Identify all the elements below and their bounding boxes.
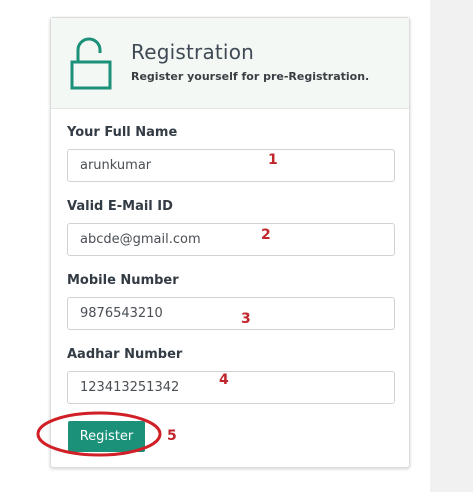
mobile-input[interactable] (67, 297, 395, 330)
aadhar-input[interactable] (67, 371, 395, 404)
card-header: Registration Register yourself for pre-R… (51, 18, 409, 109)
annotation-marker-4: 4 (219, 372, 229, 388)
aadhar-label: Aadhar Number (67, 347, 183, 362)
unlock-icon (70, 37, 112, 90)
page-title: Registration (131, 40, 255, 64)
email-label: Valid E-Mail ID (67, 199, 173, 214)
annotation-marker-3: 3 (241, 311, 251, 327)
mobile-label: Mobile Number (67, 273, 179, 288)
register-button[interactable]: Register (68, 421, 145, 452)
registration-card: Registration Register yourself for pre-R… (36, 17, 410, 468)
email-input[interactable] (67, 223, 395, 256)
page-side-strip (430, 0, 473, 492)
full-name-label: Your Full Name (67, 125, 178, 140)
annotation-marker-2: 2 (261, 227, 271, 243)
annotation-marker-1: 1 (268, 152, 278, 168)
annotation-marker-5: 5 (167, 428, 177, 444)
page-subtitle: Register yourself for pre-Registration. (131, 70, 370, 83)
full-name-input[interactable] (67, 149, 395, 182)
